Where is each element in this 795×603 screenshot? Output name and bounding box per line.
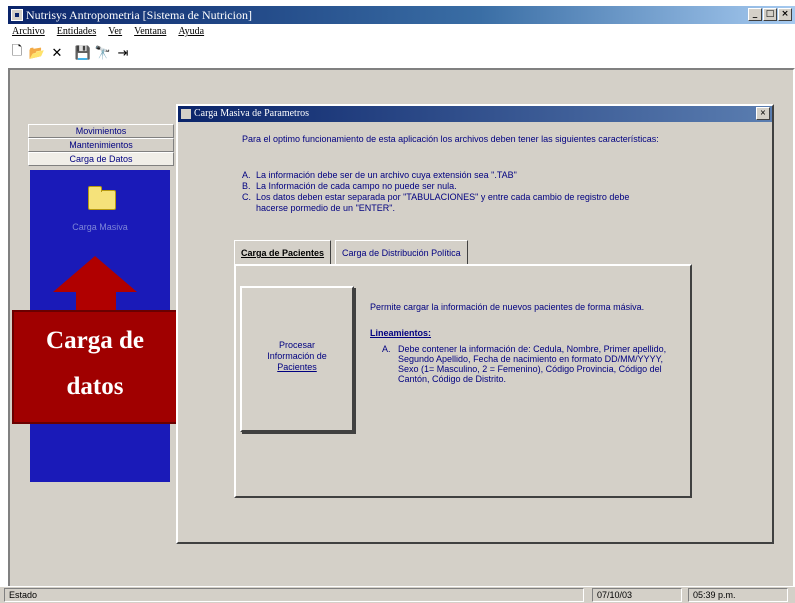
intro-text: Para el optimo funcionamiento de esta ap… (242, 134, 659, 144)
dialog-titlebar: Carga Masiva de Parametros × (178, 106, 772, 122)
menu-archivo[interactable]: Archivo (12, 24, 45, 40)
carga-masiva-dialog: Carga Masiva de Parametros × Para el opt… (176, 104, 774, 544)
open-folder-icon[interactable]: 📂 (28, 44, 46, 62)
status-bar: Estado 07/10/03 05:39 p.m. (0, 586, 795, 603)
requirement-c: C. Los datos deben estar separada por "TA… (242, 192, 630, 213)
callout-line-1: Carga de (46, 327, 144, 354)
requirement-a: A. La información debe ser de un archivo … (242, 170, 517, 180)
minimize-button[interactable]: _ (748, 8, 762, 21)
menu-ventana[interactable]: Ventana (134, 24, 166, 40)
menu-ayuda[interactable]: Ayuda (178, 24, 204, 40)
exit-icon[interactable]: ⇥ (114, 44, 132, 62)
tab-description: Permite cargar la información de nuevos … (370, 302, 645, 312)
tab-carga-pacientes[interactable]: Carga de Pacientes (234, 240, 332, 266)
tab-carga-distribucion[interactable]: Carga de Distribución Política (335, 240, 468, 266)
binoculars-icon[interactable]: 🔭 (94, 44, 112, 62)
arrow-up-icon (53, 256, 137, 292)
window-titlebar: Nutrisys Antropometria [Sistema de Nutri… (8, 6, 795, 24)
tab-panel: Procesar Información de Pacientes Permit… (234, 264, 692, 498)
procesar-pacientes-button[interactable]: Procesar Información de Pacientes (240, 286, 354, 432)
status-date: 07/10/03 (592, 588, 682, 602)
dialog-close-button[interactable]: × (756, 107, 770, 120)
panel-label[interactable]: Carga Masiva (30, 222, 170, 232)
sidebar-item-movimientos[interactable]: Movimientos (28, 124, 174, 138)
tab-strip: Carga de Pacientes Carga de Distribución… (234, 240, 472, 266)
status-time: 05:39 p.m. (688, 588, 788, 602)
sidebar-item-mantenimientos[interactable]: Mantenimientos (28, 138, 174, 152)
toolbar: 🗋 📂 ✕ 💾 🔭 ⇥ (8, 42, 132, 64)
status-state: Estado (4, 588, 584, 602)
delete-icon[interactable]: ✕ (48, 44, 66, 62)
folder-icon[interactable] (88, 186, 116, 210)
close-button[interactable]: × (778, 8, 792, 21)
dialog-icon (181, 109, 191, 119)
sidebar-item-carga-de-datos[interactable]: Carga de Datos (28, 152, 174, 166)
menu-entidades[interactable]: Entidades (57, 24, 96, 40)
menu-bar: Archivo Entidades Ver Ventana Ayuda (8, 24, 795, 40)
maximize-button[interactable]: □ (763, 8, 777, 21)
menu-ver[interactable]: Ver (108, 24, 122, 40)
dialog-title: Carga Masiva de Parametros (194, 108, 310, 119)
app-icon[interactable] (11, 9, 23, 21)
new-file-icon[interactable]: 🗋 (8, 43, 26, 62)
callout-box: Carga de datos (12, 310, 178, 424)
requirement-b: B. La Información de cada campo no puede … (242, 181, 457, 191)
guidelines-label: Lineamientos: (370, 328, 432, 338)
callout-line-2: datos (66, 373, 124, 400)
save-icon[interactable]: 💾 (74, 44, 92, 62)
guideline-a: A. Debe contener la información de: Cedul… (382, 344, 667, 384)
window-title: Nutrisys Antropometria [Sistema de Nutri… (26, 8, 252, 22)
